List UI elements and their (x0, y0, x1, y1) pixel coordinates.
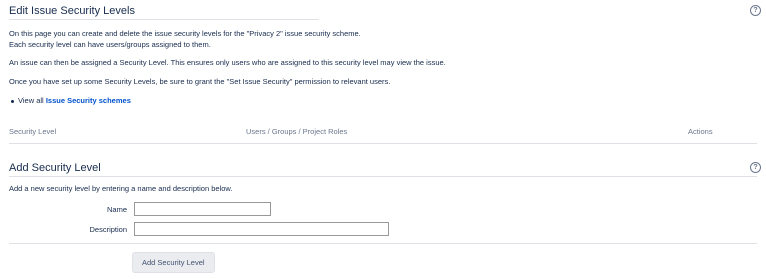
title-divider (9, 19, 319, 20)
description-input[interactable] (134, 222, 389, 236)
permission-text: Once you have set up some Security Level… (9, 77, 391, 86)
column-header-users-groups-roles: Users / Groups / Project Roles (246, 127, 348, 136)
assign-text: An issue can then be assigned a Security… (9, 58, 446, 67)
column-header-security-level: Security Level (9, 127, 57, 136)
column-header-actions: Actions (688, 127, 713, 136)
table-header-divider (9, 143, 757, 144)
add-section-title: Add Security Level (9, 162, 101, 174)
help-icon[interactable]: ? (750, 162, 761, 173)
name-label: Name (106, 205, 127, 214)
bullet-icon (11, 99, 14, 103)
add-section-divider (9, 176, 757, 177)
add-security-level-button[interactable]: Add Security Level (132, 252, 215, 273)
intro-line-2: Each security level can have users/group… (9, 40, 211, 49)
intro-line-1: On this page you can create and delete t… (9, 29, 361, 38)
description-label: Description (89, 225, 127, 234)
page-title: Edit Issue Security Levels (9, 5, 135, 17)
issue-security-schemes-link[interactable]: Issue Security schemes (46, 96, 131, 105)
view-all-prefix: View all (18, 96, 44, 105)
help-icon[interactable]: ? (750, 5, 761, 16)
add-section-description: Add a new security level by entering a n… (9, 184, 233, 193)
view-all-item: View all Issue Security schemes (11, 96, 131, 105)
form-divider (9, 243, 757, 244)
name-input[interactable] (134, 202, 271, 216)
